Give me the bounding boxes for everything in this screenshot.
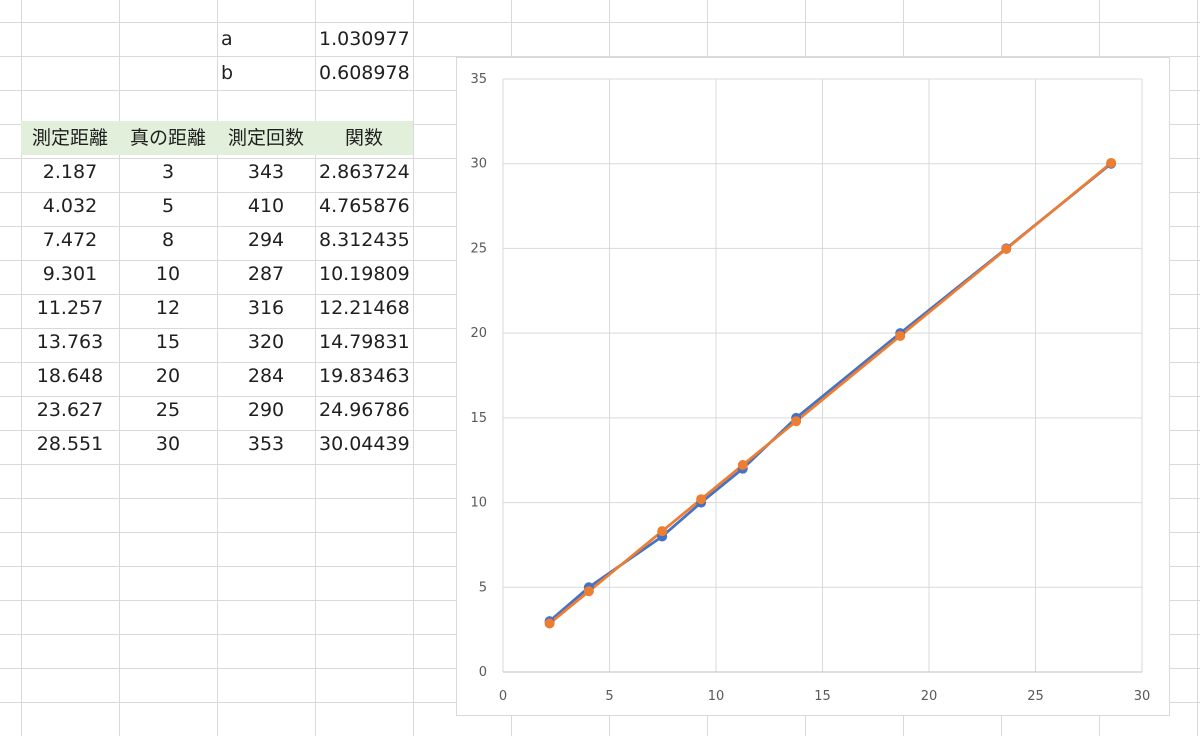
cell-measure-count[interactable]: 410 — [217, 189, 315, 223]
cell-true-distance[interactable]: 3 — [119, 155, 217, 189]
header-measure-count[interactable]: 測定回数 — [217, 121, 315, 155]
param-a-label[interactable]: a — [217, 22, 315, 56]
param-b-value[interactable]: 0.608978 — [315, 56, 413, 90]
cell-true-distance[interactable]: 30 — [119, 427, 217, 461]
y-tick-label: 25 — [470, 241, 487, 256]
series-2-point[interactable] — [1106, 157, 1117, 168]
series-2-point[interactable] — [583, 586, 594, 597]
cell-measure-count[interactable]: 343 — [217, 155, 315, 189]
header-function[interactable]: 関数 — [315, 121, 413, 155]
cell-measured-distance[interactable]: 18.648 — [21, 359, 119, 393]
cell-function-value[interactable]: 30.04439 — [315, 427, 413, 461]
x-tick-label: 20 — [921, 689, 938, 704]
y-tick-label: 30 — [470, 157, 487, 172]
series-2-point[interactable] — [544, 618, 555, 629]
series-2-point[interactable] — [737, 460, 748, 471]
y-tick-label: 35 — [470, 72, 487, 87]
cell-measure-count[interactable]: 284 — [217, 359, 315, 393]
series-2-point[interactable] — [895, 330, 906, 341]
y-tick-label: 20 — [470, 326, 487, 341]
series-2-point[interactable] — [1001, 243, 1012, 254]
y-tick-label: 10 — [470, 496, 487, 511]
cell-true-distance[interactable]: 8 — [119, 223, 217, 257]
line-chart[interactable]: 0 5 10 15 20 25 30 35 0 5 10 15 20 25 30 — [456, 57, 1170, 716]
cell-measure-count[interactable]: 290 — [217, 393, 315, 427]
cell-measured-distance[interactable]: 9.301 — [21, 257, 119, 291]
cell-true-distance[interactable]: 25 — [119, 393, 217, 427]
param-b-label[interactable]: b — [217, 56, 315, 90]
cell-true-distance[interactable]: 20 — [119, 359, 217, 393]
series-2-point[interactable] — [696, 494, 707, 505]
cell-measured-distance[interactable]: 23.627 — [21, 393, 119, 427]
cell-true-distance[interactable]: 10 — [119, 257, 217, 291]
cell-function-value[interactable]: 14.79831 — [315, 325, 413, 359]
cell-measure-count[interactable]: 287 — [217, 257, 315, 291]
cell-measured-distance[interactable]: 13.763 — [21, 325, 119, 359]
cell-measure-count[interactable]: 320 — [217, 325, 315, 359]
y-tick-label: 5 — [479, 580, 487, 595]
cell-measure-count[interactable]: 316 — [217, 291, 315, 325]
cell-measure-count[interactable]: 294 — [217, 223, 315, 257]
series-2-point[interactable] — [791, 416, 802, 427]
cell-measured-distance[interactable]: 4.032 — [21, 189, 119, 223]
header-measured-distance[interactable]: 測定距離 — [21, 121, 119, 155]
cell-function-value[interactable]: 10.19809 — [315, 257, 413, 291]
x-tick-label: 10 — [708, 689, 725, 704]
header-true-distance[interactable]: 真の距離 — [119, 121, 217, 155]
cell-true-distance[interactable]: 5 — [119, 189, 217, 223]
x-tick-label: 0 — [499, 689, 507, 704]
cell-true-distance[interactable]: 15 — [119, 325, 217, 359]
cell-function-value[interactable]: 24.96786 — [315, 393, 413, 427]
series-2-point[interactable] — [657, 526, 668, 537]
x-tick-label: 30 — [1134, 689, 1151, 704]
spreadsheet[interactable]: a 1.030977 b 0.608978 測定距離 真の距離 測定回数 関数 … — [0, 0, 1200, 736]
cell-function-value[interactable]: 2.863724 — [315, 155, 413, 189]
cell-function-value[interactable]: 8.312435 — [315, 223, 413, 257]
param-a-value[interactable]: 1.030977 — [315, 22, 413, 56]
x-tick-label: 15 — [814, 689, 831, 704]
series-2-line — [548, 161, 1113, 625]
cell-measured-distance[interactable]: 7.472 — [21, 223, 119, 257]
cell-measured-distance[interactable]: 28.551 — [21, 427, 119, 461]
x-tick-label: 25 — [1027, 689, 1044, 704]
x-tick-label: 5 — [605, 689, 613, 704]
y-tick-label: 15 — [470, 411, 487, 426]
cell-function-value[interactable]: 4.765876 — [315, 189, 413, 223]
y-tick-label: 0 — [479, 665, 487, 680]
cell-measure-count[interactable]: 353 — [217, 427, 315, 461]
cell-measured-distance[interactable]: 11.257 — [21, 291, 119, 325]
cell-true-distance[interactable]: 12 — [119, 291, 217, 325]
cell-measured-distance[interactable]: 2.187 — [21, 155, 119, 189]
chart-canvas: 0 5 10 15 20 25 30 35 0 5 10 15 20 25 30 — [470, 72, 1151, 704]
cell-function-value[interactable]: 19.83463 — [315, 359, 413, 393]
cell-function-value[interactable]: 12.21468 — [315, 291, 413, 325]
